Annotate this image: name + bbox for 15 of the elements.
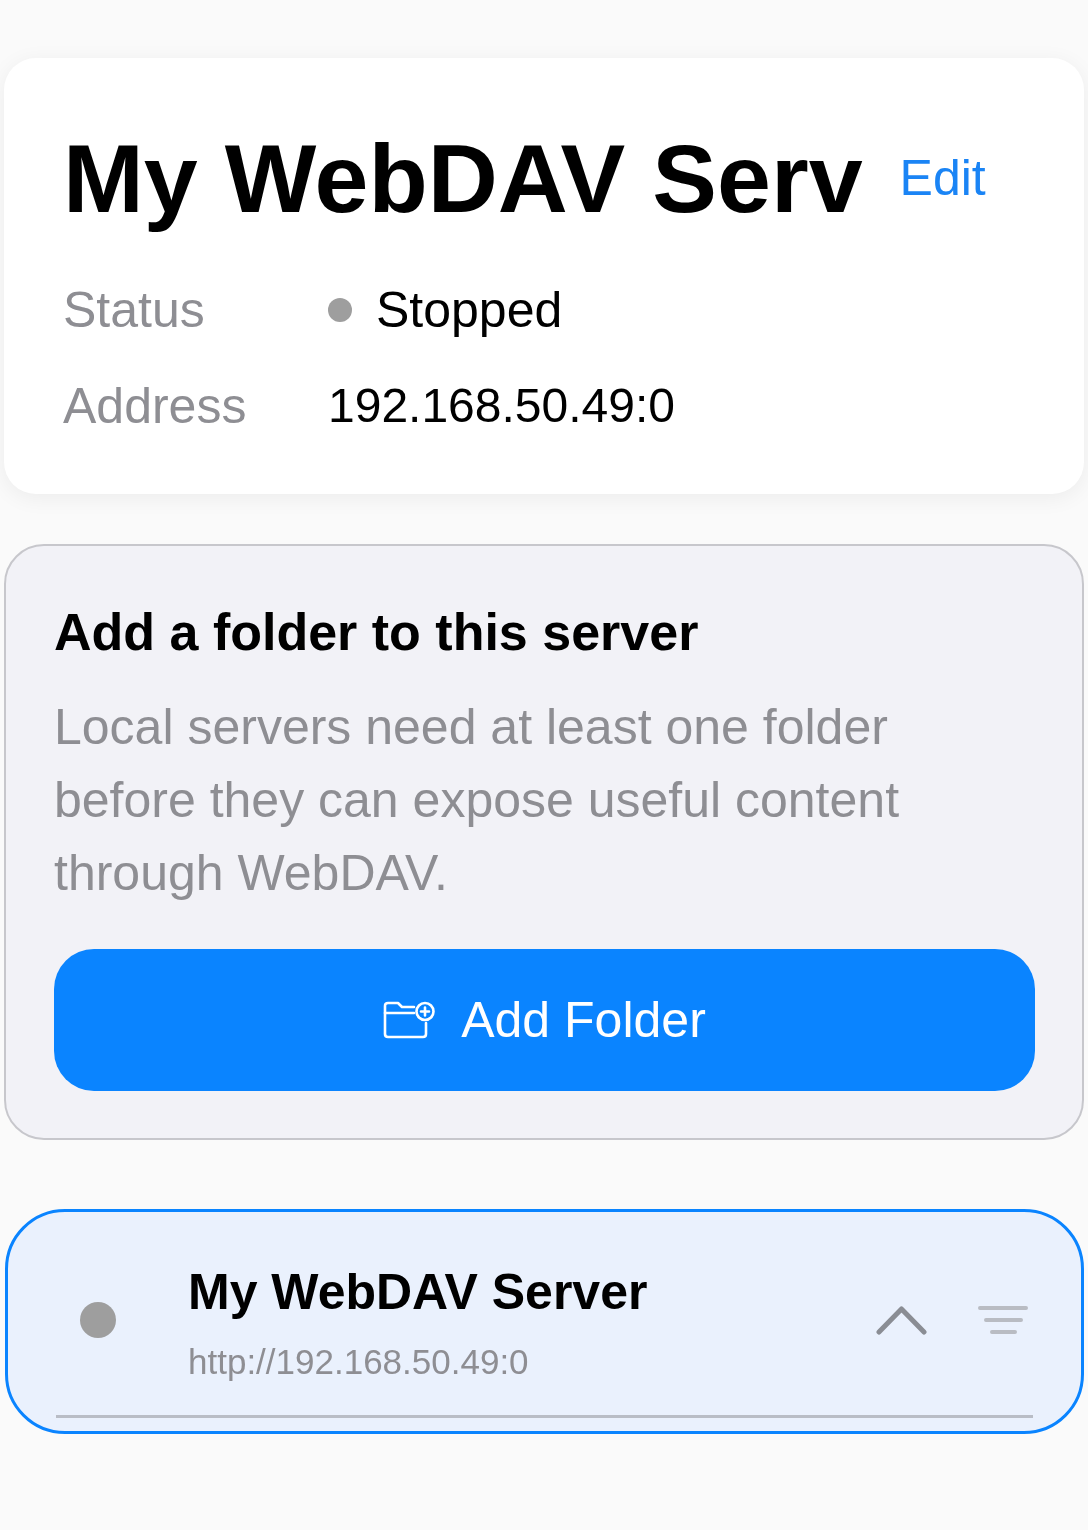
- server-list-item[interactable]: My WebDAV Server http://192.168.50.49:0: [5, 1208, 1084, 1434]
- server-url: http://192.168.50.49:0: [188, 1340, 529, 1383]
- server-name: My WebDAV Server: [188, 1262, 648, 1322]
- add-folder-description: Local servers need at least one folder before they can expose useful content through WebDAV.: [54, 697, 901, 903]
- add-folder-heading: Add a folder to this server: [54, 601, 700, 663]
- server-title: My WebDAV Serv: [63, 123, 863, 235]
- field-label: Status: [63, 280, 205, 340]
- field-label: Address: [63, 376, 247, 436]
- chevron-up-icon[interactable]: [876, 1304, 927, 1335]
- field-value: Stopped: [376, 280, 563, 340]
- edit-link[interactable]: Edit: [899, 150, 986, 208]
- field-value: 192.168.50.49:0: [328, 377, 675, 434]
- folder-plus-icon: [383, 1000, 436, 1039]
- add-folder-button[interactable]: Add Folder: [54, 948, 1035, 1091]
- filter-icon[interactable]: [978, 1304, 1028, 1335]
